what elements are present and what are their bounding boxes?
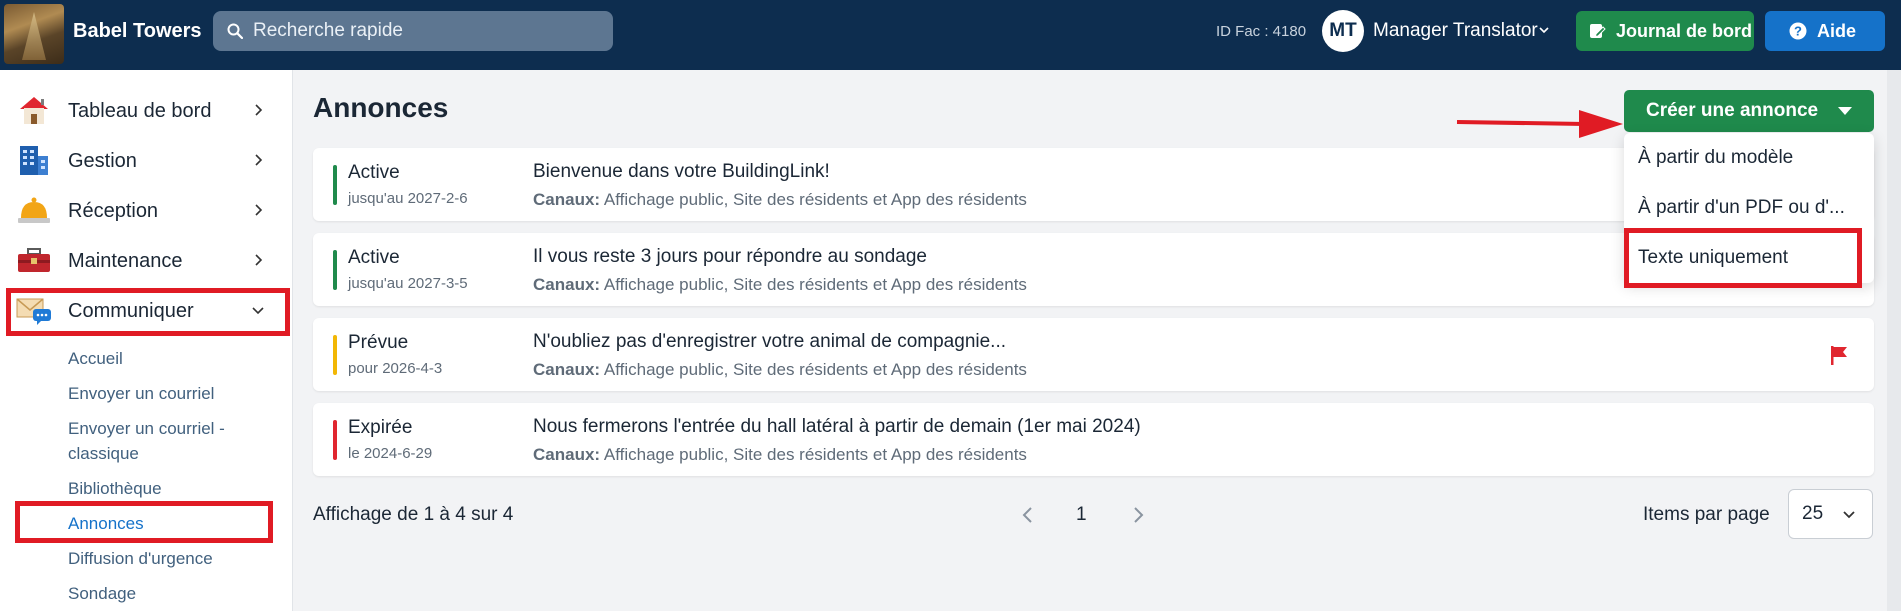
sidebar-subitem-home[interactable]: Accueil	[68, 346, 123, 371]
channels-label: Canaux:	[533, 190, 601, 209]
items-per-page-label: Items par page	[1643, 504, 1770, 525]
menu-item-from-pdf[interactable]: À partir d'un PDF ou d'...	[1638, 197, 1845, 219]
sidebar-item-label: Gestion	[68, 150, 137, 172]
announcement-title[interactable]: Bienvenue dans votre BuildingLink!	[533, 161, 830, 183]
sidebar-item-dashboard[interactable]: Tableau de bord	[0, 88, 290, 132]
status-date: pour 2026-4-3	[348, 360, 443, 377]
status-text: Active	[348, 162, 400, 183]
sidebar-item-label: Maintenance	[68, 250, 183, 272]
channels-value: Affichage public, Site des résidents et …	[603, 360, 1027, 379]
highlight-box	[15, 501, 273, 543]
sidebar-item-maintenance[interactable]: Maintenance	[0, 238, 290, 282]
items-per-page-select[interactable]: 25	[1788, 489, 1873, 539]
sidebar-subitem-send-email-classic-line2[interactable]: classique	[68, 441, 139, 466]
toolbox-icon	[18, 248, 50, 272]
highlight-box	[6, 288, 290, 336]
sidebar-subitem-survey[interactable]: Sondage	[68, 581, 136, 606]
announcement-title[interactable]: Nous fermerons l'entrée du hall latéral …	[533, 416, 1141, 438]
avatar[interactable]: MT	[1322, 10, 1364, 52]
status-date: jusqu'au 2027-3-5	[348, 275, 468, 292]
items-per-page-value: 25	[1802, 503, 1824, 524]
announcement-row[interactable]: Prévue pour 2026-4-3 N'oubliez pas d'enr…	[313, 318, 1874, 391]
announcement-channels: Canaux: Affichage public, Site des résid…	[533, 190, 1027, 210]
announcement-channels: Canaux: Affichage public, Site des résid…	[533, 275, 1027, 295]
edit-icon	[1590, 24, 1606, 38]
status-indicator	[333, 420, 337, 460]
announcement-title[interactable]: N'oubliez pas d'enregistrer votre animal…	[533, 331, 1006, 353]
chevron-right-icon	[255, 104, 263, 116]
house-icon	[20, 97, 48, 124]
flag-icon[interactable]	[1828, 344, 1850, 366]
create-announcement-label: Créer une annonce	[1646, 100, 1819, 121]
chevron-right-icon	[255, 154, 263, 166]
channels-value: Affichage public, Site des résidents et …	[603, 445, 1027, 464]
sidebar-item-label: Réception	[68, 200, 159, 222]
channels-label: Canaux:	[533, 445, 601, 464]
app-name[interactable]: Babel Towers	[73, 20, 202, 43]
help-label: Aide	[1817, 20, 1857, 41]
help-button[interactable]: ? Aide	[1765, 11, 1885, 51]
sidebar-item-reception[interactable]: Réception	[0, 188, 290, 232]
sidebar-item-management[interactable]: Gestion	[0, 138, 290, 182]
building-icon	[20, 146, 48, 175]
app-logo[interactable]	[4, 4, 64, 64]
search-input[interactable]	[253, 11, 603, 51]
chevron-right-icon	[255, 204, 263, 216]
chevron-right-icon	[255, 254, 263, 266]
logbook-button[interactable]: Journal de bord	[1576, 11, 1754, 51]
chevron-left-icon[interactable]	[1020, 505, 1036, 525]
announcement-channels: Canaux: Affichage public, Site des résid…	[533, 360, 1027, 380]
svg-text:?: ?	[1794, 24, 1802, 39]
announcement-title[interactable]: Il vous reste 3 jours pour répondre au s…	[533, 246, 927, 268]
status-text: Expirée	[348, 417, 413, 438]
facility-id: ID Fac : 4180	[1216, 23, 1307, 40]
status-indicator	[333, 165, 337, 205]
annotation-arrow	[1456, 110, 1623, 138]
status-text: Prévue	[348, 332, 409, 353]
search-box[interactable]	[213, 11, 613, 51]
top-bar: Babel Towers ID Fac : 4180 MT Manager Tr…	[0, 0, 1901, 70]
channels-label: Canaux:	[533, 275, 601, 294]
status-date: jusqu'au 2027-2-6	[348, 190, 468, 207]
search-icon	[227, 23, 243, 39]
sidebar-subitem-send-email-classic[interactable]: Envoyer un courriel -	[68, 416, 225, 441]
channels-value: Affichage public, Site des résidents et …	[603, 275, 1027, 294]
sidebar: Tableau de bord Gestion Réception Mainte…	[0, 70, 293, 611]
chevron-down-icon	[1843, 511, 1855, 519]
page-title: Annonces	[313, 92, 449, 123]
status-indicator	[333, 335, 337, 375]
create-announcement-button[interactable]: Créer une annonce	[1624, 90, 1874, 132]
status-indicator	[333, 250, 337, 290]
logbook-label: Journal de bord	[1616, 20, 1753, 41]
highlight-box	[1624, 228, 1862, 288]
page-scrollbar[interactable]	[1887, 70, 1901, 611]
caret-down-icon	[1838, 107, 1852, 115]
announcement-row[interactable]: Expirée le 2024-6-29 Nous fermerons l'en…	[313, 403, 1874, 476]
status-date: le 2024-6-29	[348, 445, 433, 462]
sidebar-subitem-emergency-broadcast[interactable]: Diffusion d'urgence	[68, 546, 213, 571]
menu-item-from-template[interactable]: À partir du modèle	[1638, 147, 1793, 169]
sidebar-item-label: Tableau de bord	[68, 100, 212, 122]
user-menu[interactable]: Manager Translator	[1373, 20, 1538, 42]
channels-label: Canaux:	[533, 360, 601, 379]
page-number[interactable]: 1	[1076, 504, 1087, 526]
chevron-down-icon[interactable]	[1538, 24, 1550, 36]
bell-icon	[18, 197, 50, 223]
sidebar-subitem-library[interactable]: Bibliothèque	[68, 476, 162, 501]
results-count: Affichage de 1 à 4 sur 4	[313, 504, 514, 525]
status-text: Active	[348, 247, 400, 268]
channels-value: Affichage public, Site des résidents et …	[603, 190, 1027, 209]
question-icon: ?	[1789, 22, 1807, 40]
chevron-right-icon[interactable]	[1130, 505, 1146, 525]
announcement-channels: Canaux: Affichage public, Site des résid…	[533, 445, 1027, 465]
sidebar-subitem-send-email[interactable]: Envoyer un courriel	[68, 381, 214, 406]
